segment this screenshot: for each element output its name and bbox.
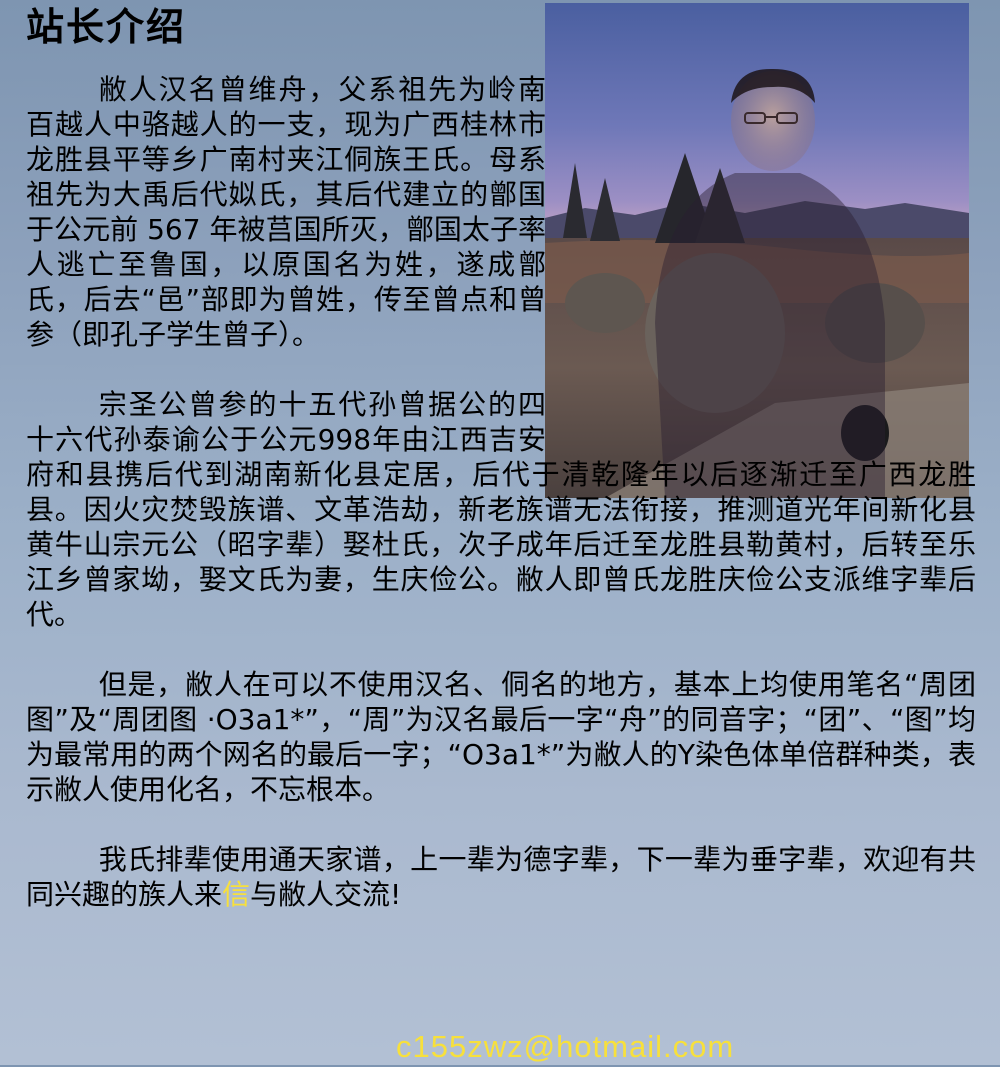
contact-highlight: 信 [222, 878, 251, 911]
photo-wrap-spacer [546, 0, 976, 428]
contact-text-before: 我氏排辈使用通天家谱，上一辈为德字辈，下一辈为垂字辈，欢迎有共同兴趣的族人来 [26, 843, 976, 911]
paragraph-contact: 我氏排辈使用通天家谱，上一辈为德字辈，下一辈为垂字辈，欢迎有共同兴趣的族人来信与… [26, 842, 976, 912]
email-address[interactable]: c155zwz@hotmail.com [396, 1027, 734, 1067]
page-title: 站长介绍 [26, 5, 187, 49]
biography-text: 敝人汉名曾维舟，父系祖先为岭南百越人中骆越人的一支，现为广西桂林市龙胜县平等乡广… [26, 72, 976, 912]
contact-text-after: 与敝人交流! [250, 878, 402, 911]
paragraph-pen-name: 但是，敝人在可以不使用汉名、侗名的地方，基本上均使用笔名“周团图”及“周团图 ·… [26, 668, 976, 806]
page: 站长介绍 敝人汉名曾维舟，父系祖先为岭南百越人中骆越人的一支，现为广西桂林市龙胜… [0, 0, 1000, 1065]
